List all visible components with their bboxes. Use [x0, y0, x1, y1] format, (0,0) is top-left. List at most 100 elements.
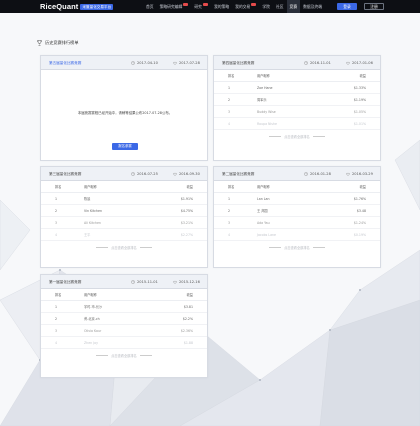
user-cell[interactable]: 黄-北京-ch	[68, 316, 177, 321]
user-cell[interactable]: Ali Kitchen	[68, 221, 177, 225]
hot-badge	[251, 3, 257, 6]
ranking-table: 排名 用户昵称 收益 1 Zoe Hane $1.33% 2 周军乐 $1.19…	[214, 70, 380, 143]
view-all-label: 点击查看全部排名	[284, 135, 310, 139]
table-row: 2 周军乐 $1.19%	[214, 94, 380, 106]
return-cell: $1.88	[183, 340, 193, 345]
start-date: 2016-11-01	[304, 61, 331, 65]
clock-icon	[304, 172, 308, 176]
logo[interactable]: RiceQuant 米筐量化交易平台	[40, 2, 114, 11]
hot-badge	[202, 3, 208, 6]
col-user: 用户昵称	[257, 185, 270, 189]
table-row: 4 Roupa Nishe $1.01%	[214, 118, 380, 130]
table-row: 3 Ali Kitchen $3.21%	[41, 217, 207, 229]
return-cell: $1.76%	[353, 196, 366, 201]
user-cell[interactable]: 王平	[68, 232, 177, 237]
return-cell: $0.19%	[353, 232, 366, 237]
table-row: 3 Ada Yau $1.24%	[214, 217, 380, 229]
user-cell[interactable]: Jacobs Lane	[241, 233, 350, 237]
rank-cell: 4	[228, 232, 231, 237]
end-date-text: 2017-07-28	[179, 61, 200, 65]
login-button[interactable]: 登录	[337, 3, 357, 10]
user-cell[interactable]: Buddy Wise	[241, 110, 350, 114]
table-row: 4 Jacobs Lane $0.19%	[214, 229, 380, 241]
user-cell[interactable]: Ada Yau	[241, 221, 350, 225]
return-cell: $4.75%	[180, 208, 193, 213]
start-date: 2016-01-28	[304, 172, 331, 176]
start-date-text: 2016-07-25	[137, 172, 158, 176]
user-cell[interactable]: Vin Kitchen	[68, 209, 177, 213]
col-rank: 排名	[228, 185, 235, 189]
return-cell: $1.24%	[353, 220, 366, 225]
table-header: 排名 用户昵称 收益	[41, 289, 207, 301]
table-row: 1 陈晨 $1.91%	[41, 193, 207, 205]
trophy-icon	[37, 40, 42, 46]
user-cell[interactable]: Roupa Nishe	[241, 122, 350, 126]
table-row: 2 Vin Kitchen $4.75%	[41, 205, 207, 217]
clock-icon	[131, 61, 135, 65]
return-cell: $1.33%	[353, 85, 366, 90]
nav-item-home[interactable]: 首页	[143, 0, 157, 13]
rank-cell: 1	[55, 196, 58, 201]
competition-name[interactable]: 第二届量化比赛竞赛	[222, 172, 254, 177]
competition-card-5: 第五届量化比赛竞赛 2017-04-10 2017-07-28 本届竞赛赛程已经…	[40, 55, 208, 161]
card-header: 第三届量化比赛竞赛 2016-07-25 2016-09-30	[41, 167, 207, 181]
table-row: 2 黄-北京-ch $2.2%	[41, 313, 207, 325]
main-nav: 首页 策略研究编辑 研究 我的策略 我的交易 学院 社区 竞赛 数据及终端	[143, 0, 325, 13]
col-return: 收益	[186, 293, 193, 297]
nav-item-my-strategies[interactable]: 我的策略	[211, 0, 232, 13]
nav-item-competition[interactable]: 竞赛	[286, 0, 301, 13]
competition-name[interactable]: 第五届量化比赛竞赛	[49, 61, 81, 66]
competition-name[interactable]: 第四届量化比赛竞赛	[222, 61, 254, 66]
clock-icon	[131, 172, 135, 176]
nav-item-label: 首页	[146, 4, 154, 9]
return-cell: $2.36%	[180, 328, 193, 333]
view-all-link[interactable]: 点击查看全部排名	[214, 241, 380, 254]
rank-cell: 3	[55, 328, 58, 333]
user-cell[interactable]: 宇时-市-长沙	[68, 304, 177, 309]
join-competition-button[interactable]: 报名参赛	[112, 143, 138, 150]
nav-item-data-terminal[interactable]: 数据及终端	[300, 0, 325, 13]
user-cell[interactable]: 陈晨	[68, 196, 177, 201]
competition-name[interactable]: 第一届量化比赛竞赛	[49, 280, 81, 285]
return-cell: $2.2%	[182, 316, 193, 321]
nav-item-research[interactable]: 研究	[191, 0, 211, 13]
page-title: 历史竞赛排行榜单	[45, 40, 79, 45]
user-cell[interactable]: Zoe Hane	[241, 86, 350, 90]
user-cell[interactable]: Olivia Kaur	[68, 329, 177, 333]
diamond-icon	[173, 173, 177, 176]
diamond-icon	[173, 281, 177, 284]
clock-icon	[304, 61, 308, 65]
rank-cell: 3	[228, 109, 231, 114]
nav-item-community[interactable]: 社区	[273, 0, 287, 13]
nav-item-my-trading[interactable]: 我的交易	[232, 0, 259, 13]
rank-cell: 3	[55, 220, 58, 225]
end-date-text: 2016-03-29	[352, 172, 373, 176]
rank-cell: 4	[55, 340, 58, 345]
view-all-link[interactable]: 点击查看全部排名	[41, 349, 207, 362]
view-all-link[interactable]: 点击查看全部排名	[214, 130, 380, 143]
return-cell: $1.91%	[180, 196, 193, 201]
competition-name[interactable]: 第三届量化比赛竞赛	[49, 172, 81, 177]
end-date: 2017-01-06	[346, 61, 373, 65]
view-all-link[interactable]: 点击查看全部排名	[41, 241, 207, 254]
divider	[269, 136, 282, 137]
table-row: 1 宇时-市-长沙 $3.81	[41, 301, 207, 313]
divider	[96, 355, 109, 356]
user-cell[interactable]: Zhen Joy	[68, 341, 177, 345]
user-cell[interactable]: Lan Lan	[241, 197, 350, 201]
nav-item-label: 我的交易	[235, 4, 251, 9]
nav-item-strategy-research[interactable]: 策略研究编辑	[157, 0, 192, 13]
table-header: 排名 用户昵称 收益	[214, 181, 380, 193]
diamond-icon	[173, 62, 177, 65]
logo-tag: 米筐量化交易平台	[80, 3, 114, 10]
user-cell[interactable]: 周军乐	[241, 97, 350, 102]
start-date-text: 2015-11-01	[137, 280, 158, 284]
nav-item-academy[interactable]: 学院	[259, 0, 273, 13]
nav-item-label: 研究	[194, 4, 202, 9]
user-cell[interactable]: 王 邦国	[241, 208, 350, 213]
ranking-table: 排名 用户昵称 收益 1 陈晨 $1.91% 2 Vin Kitchen $4.…	[41, 181, 207, 254]
diamond-icon	[346, 62, 350, 65]
register-button[interactable]: 注册	[364, 3, 384, 10]
col-return: 收益	[359, 185, 366, 189]
hot-badge	[183, 3, 189, 6]
